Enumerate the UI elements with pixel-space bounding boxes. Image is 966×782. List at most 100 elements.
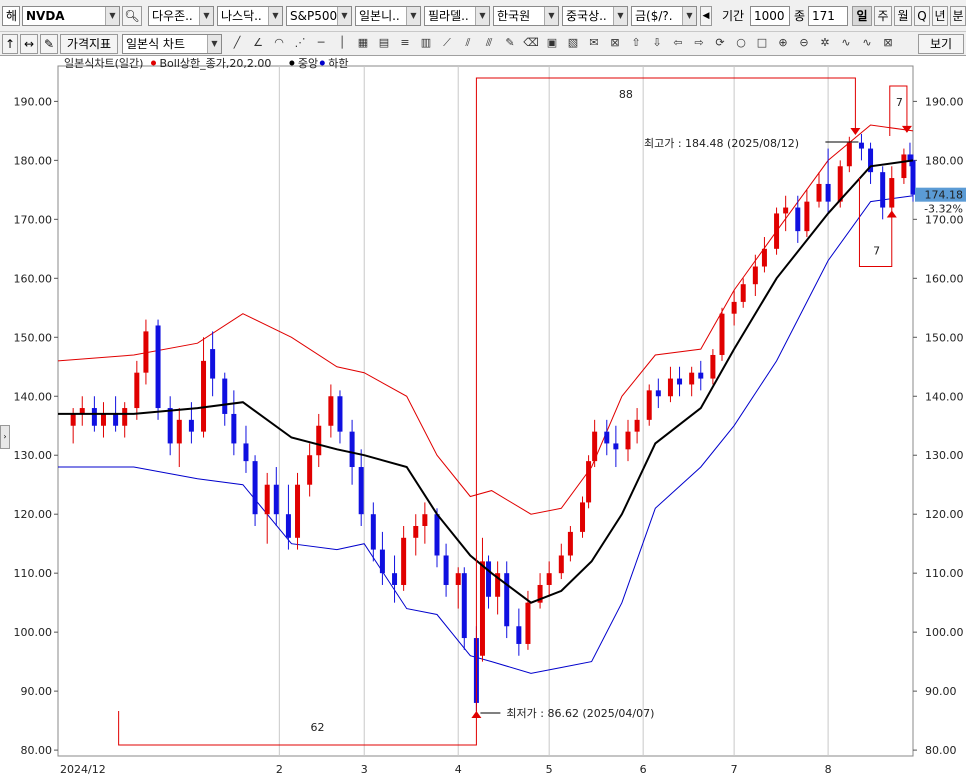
up-arrow-button[interactable]: ↑ <box>2 34 18 54</box>
candle-body <box>837 166 843 202</box>
edit-icon: ✎ <box>43 37 55 51</box>
hline-tool-icon[interactable]: ─ <box>312 34 330 52</box>
symbol-field[interactable]: NVDA ▼ <box>22 6 120 26</box>
delete-tool-icon[interactable]: ⊠ <box>606 34 624 52</box>
refresh-tool-icon[interactable]: ⟳ <box>711 34 729 52</box>
left-tool-icon[interactable]: ⇦ <box>669 34 687 52</box>
index-dropdown-3[interactable]: 일본니.. ▼ <box>355 6 421 26</box>
arc-tool-icon[interactable]: ◠ <box>270 34 288 52</box>
view-button[interactable]: 보기 <box>918 34 964 54</box>
y-tick-label-right: 90.00 <box>925 685 957 698</box>
grid-tool-icon[interactable]: ▦ <box>354 34 372 52</box>
top-toolbar: 해 NVDA ▼ 🔍︎ 다우존.. ▼ 나스닥.. ▼ S&P500 ▼ 일본니.. ▼… <box>0 0 966 32</box>
scroll-left-button[interactable]: ◀ <box>700 6 712 26</box>
search-button[interactable]: 🔍︎ <box>122 6 142 26</box>
delete-all-icon[interactable]: ⊠ <box>879 34 897 52</box>
parallel-tool-icon[interactable]: ⫻ <box>480 34 498 52</box>
y-tick-label-left: 180.00 <box>14 154 53 167</box>
fan-tool-icon[interactable]: ⋰ <box>291 34 309 52</box>
candle-body <box>740 284 746 302</box>
note-tool-icon[interactable]: ✉ <box>585 34 603 52</box>
candle-body <box>379 549 385 574</box>
erase-tool-icon[interactable]: ⌫ <box>522 34 540 52</box>
y-tick-label-left: 90.00 <box>21 685 53 698</box>
bars-tool-icon[interactable]: ▥ <box>417 34 435 52</box>
timeframe-minute[interactable]: 분 <box>950 6 966 26</box>
image-tool-icon[interactable]: ▧ <box>564 34 582 52</box>
y-tick-label-right: 110.00 <box>925 567 964 580</box>
y-tick-label-left: 170.00 <box>14 213 53 226</box>
zoom-out-icon[interactable]: ⊖ <box>795 34 813 52</box>
index-dropdown-label: 중국상.. <box>566 9 607 23</box>
candle-body <box>689 372 695 385</box>
indicator-button-label: 가격지표 <box>66 37 112 51</box>
angle-tool-icon[interactable]: ∠ <box>249 34 267 52</box>
expand-button[interactable]: ↔ <box>20 34 38 54</box>
candle-body <box>122 408 128 426</box>
candle-body <box>889 178 895 208</box>
trend-tool-icon[interactable]: ⟋ <box>438 34 456 52</box>
candle-body <box>479 561 485 656</box>
y-tick-label-right: 180.00 <box>925 154 964 167</box>
candle-body <box>816 183 822 202</box>
line-tool-icon[interactable]: ╱ <box>228 34 246 52</box>
timeframe-quarter[interactable]: Q <box>914 6 930 26</box>
count-value: 171 <box>812 9 835 23</box>
chevron-down-icon[interactable]: ▼ <box>105 7 119 25</box>
candle-body <box>634 419 640 432</box>
edit-button[interactable]: ✎ <box>40 34 58 54</box>
table-tool-icon[interactable]: ▤ <box>375 34 393 52</box>
zoom-in-icon[interactable]: ⊕ <box>774 34 792 52</box>
down-tool-icon[interactable]: ⇩ <box>648 34 666 52</box>
chart-type-dropdown[interactable]: 일본식 차트 ▼ <box>122 34 222 54</box>
chart-window: 해 NVDA ▼ 🔍︎ 다우존.. ▼ 나스닥.. ▼ S&P500 ▼ 일본니.. ▼… <box>0 0 966 782</box>
period-input[interactable]: 1000 <box>750 6 790 26</box>
count-label: 종 <box>794 9 806 23</box>
timeframe-week[interactable]: 주 <box>874 6 892 26</box>
circle-tool-icon[interactable]: ○ <box>732 34 750 52</box>
market-prefix-label: 해 <box>6 9 18 23</box>
candle-body <box>222 378 228 414</box>
market-prefix[interactable]: 해 <box>2 6 20 26</box>
vline-tool-icon[interactable]: │ <box>333 34 351 52</box>
x-tick-label: 5 <box>546 763 553 776</box>
candle-body <box>604 431 610 444</box>
list-tool-icon[interactable]: ≡ <box>396 34 414 52</box>
timeframe-month[interactable]: 월 <box>894 6 912 26</box>
price-chart[interactable]: 190.00 190.00180.00 180.00170.00 170.00160.… <box>0 56 966 782</box>
candle-body <box>710 354 716 379</box>
candle-body <box>434 514 440 556</box>
timeframe-year[interactable]: 년 <box>932 6 948 26</box>
channel-tool-icon[interactable]: ⫽ <box>459 34 477 52</box>
square-tool-icon[interactable]: □ <box>753 34 771 52</box>
candle-body <box>880 172 886 208</box>
right-tool-icon[interactable]: ⇨ <box>690 34 708 52</box>
candle-body <box>392 573 398 585</box>
timeframe-day[interactable]: 일 <box>852 6 872 26</box>
candle-body <box>846 142 852 167</box>
legend-swatch <box>289 60 295 66</box>
index-dropdown-2[interactable]: S&P500 ▼ <box>286 6 352 26</box>
index-dropdown-1[interactable]: 나스닥.. ▼ <box>217 6 283 26</box>
chevron-down-icon: ▼ <box>207 35 221 53</box>
wave-tool-icon[interactable]: ∿ <box>837 34 855 52</box>
indicator-button[interactable]: 가격지표 <box>60 34 118 54</box>
candle-body <box>413 526 419 538</box>
candle-body <box>401 537 407 585</box>
up-tool-icon[interactable]: ⇧ <box>627 34 645 52</box>
candle-body <box>143 331 149 373</box>
candle-body <box>646 390 652 420</box>
color-tool-icon[interactable]: ▣ <box>543 34 561 52</box>
wave2-tool-icon[interactable]: ∿ <box>858 34 876 52</box>
settings-icon[interactable]: ✲ <box>816 34 834 52</box>
index-dropdown-6[interactable]: 중국상.. ▼ <box>562 6 628 26</box>
index-dropdown-5[interactable]: 한국원 ▼ <box>493 6 559 26</box>
index-dropdown-0[interactable]: 다우존.. ▼ <box>148 6 214 26</box>
index-dropdown-7[interactable]: 금($/?. ▼ <box>631 6 697 26</box>
candle-body <box>316 425 322 456</box>
y-tick-label-left: 150.00 <box>14 331 53 344</box>
index-dropdown-4[interactable]: 필라델.. ▼ <box>424 6 490 26</box>
count-input[interactable]: 171 <box>808 6 848 26</box>
y-tick-label-right: 120.00 <box>925 508 964 521</box>
pencil-tool-icon[interactable]: ✎ <box>501 34 519 52</box>
